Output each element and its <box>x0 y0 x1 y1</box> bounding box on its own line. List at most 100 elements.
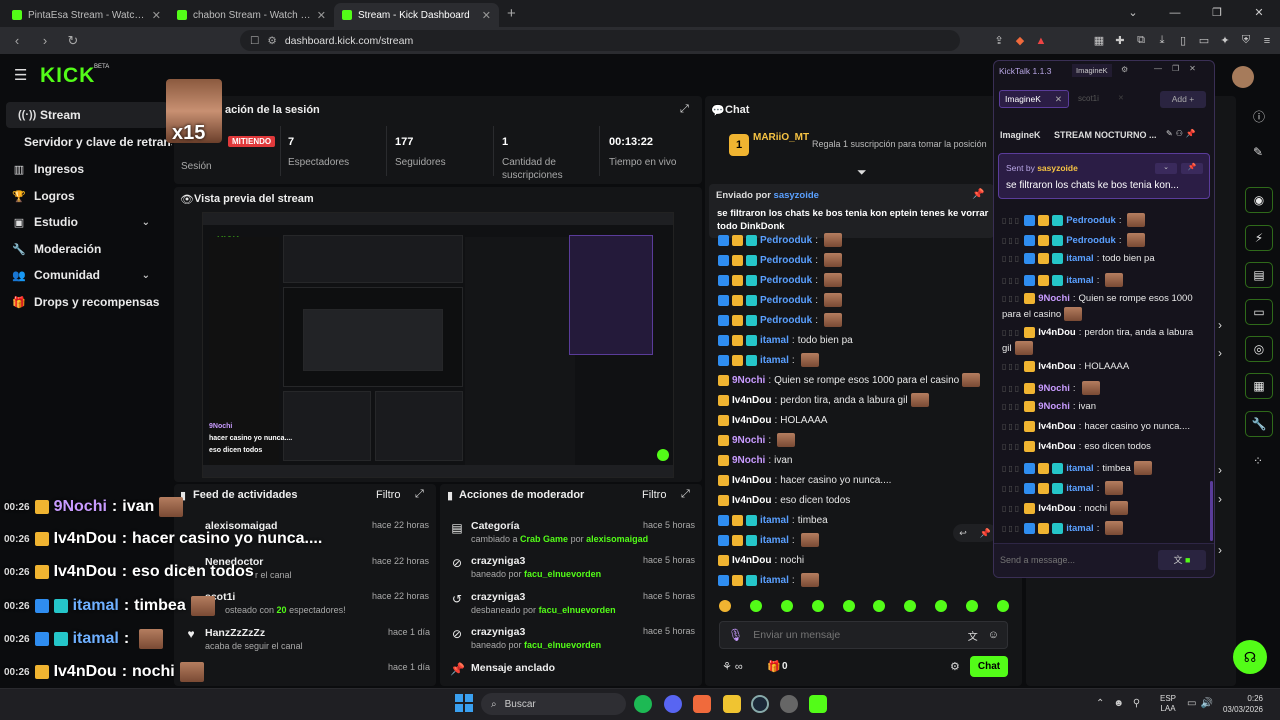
screenshot-icon[interactable]: ⧉ <box>1134 34 1148 47</box>
kicktalk-username[interactable]: Iv4nDou <box>1038 441 1075 452</box>
gift-icon[interactable]: 🎁 <box>767 660 781 673</box>
kicktalk-message[interactable]: ▯▯▯ Pedrooduk: <box>1002 213 1146 227</box>
pin-icon[interactable]: 📌 <box>972 189 984 200</box>
chat-username[interactable]: itamal <box>760 535 789 546</box>
stream-preview[interactable]: KICK 9Nochi hacer casino yo nunca.... es… <box>202 212 674 478</box>
chat-username[interactable]: Iv4nDou <box>732 415 771 426</box>
sidebar-item-achievements[interactable]: 🏆 Logros <box>0 183 162 209</box>
emote-icon[interactable] <box>811 600 824 612</box>
maximize-icon[interactable]: ❐ <box>1196 0 1238 27</box>
chat-message[interactable]: Pedrooduk: <box>718 291 843 309</box>
chat-message[interactable]: itamal: <box>718 351 819 369</box>
chat-username[interactable]: Iv4nDou <box>732 475 771 486</box>
mod-action-icons[interactable]: ▯▯▯ <box>1002 524 1021 533</box>
chat-message[interactable]: Pedrooduk: <box>718 231 843 249</box>
kicktalk-message[interactable]: ▯▯▯ itamal: <box>1002 481 1124 495</box>
kicktalk-message[interactable]: ▯▯▯ Iv4nDou: HOLAAAA <box>1002 361 1129 372</box>
pin-icon[interactable]: 📌 <box>979 528 990 539</box>
kicktalk-username[interactable]: Pedrooduk <box>1066 235 1116 246</box>
emote-icon[interactable] <box>719 600 731 612</box>
emote-icon[interactable] <box>996 600 1009 612</box>
minimize-icon[interactable]: — <box>1154 0 1196 27</box>
steam-icon[interactable] <box>751 695 769 713</box>
sidebar-item-income[interactable]: ▥ Ingresos <box>0 156 162 182</box>
translate-icon[interactable]: 文 <box>968 628 978 643</box>
rewards-icon[interactable]: ▲ <box>1034 35 1048 47</box>
tray-icons[interactable]: ⌃☻⚲ <box>1096 698 1149 709</box>
sub-leader-name[interactable]: MARiiO_MT <box>753 132 809 143</box>
reply-icon[interactable]: ↩ <box>959 528 967 539</box>
forward-icon[interactable]: › <box>34 33 56 48</box>
mic-icon[interactable]: 🎙 <box>728 628 743 642</box>
points-icon[interactable]: ⚘ ∞ <box>722 660 743 673</box>
chat-username[interactable]: Iv4nDou <box>732 495 771 506</box>
emote-icon[interactable] <box>780 600 793 612</box>
back-icon[interactable]: ‹ <box>6 33 28 48</box>
kicktalk-username[interactable]: 9Nochi <box>1038 293 1070 304</box>
support-button[interactable]: ☊ <box>1233 640 1267 674</box>
sidebar-item-server-key[interactable]: Servidor y clave de retransmisión <box>0 129 172 155</box>
kicktalk-message[interactable]: ▯▯▯ itamal: <box>1002 273 1124 287</box>
sidebar-item-stream[interactable]: ((·)) Stream <box>6 102 168 128</box>
kicktalk-message[interactable]: ▯▯▯ itamal: timbea <box>1002 461 1152 475</box>
kicktalk-username[interactable]: itamal <box>1066 483 1093 494</box>
mod-action-icons[interactable]: ▯▯▯ <box>1002 362 1021 371</box>
mod-action-icons[interactable]: ▯▯▯ <box>1002 254 1021 263</box>
close-tab-icon[interactable]: ✕ <box>1118 94 1124 102</box>
tray-language[interactable]: ESP LAA <box>1160 694 1176 714</box>
kicktalk-username[interactable]: itamal <box>1066 523 1093 534</box>
expand-icon[interactable]: ⤢ <box>680 103 689 116</box>
windows-start-icon[interactable] <box>455 694 473 712</box>
kicktalk-username[interactable]: Iv4nDou <box>1038 327 1075 338</box>
chat-username[interactable]: 9Nochi <box>732 435 765 446</box>
kicktalk-username[interactable]: Pedrooduk <box>1066 215 1116 226</box>
mod-action-icons[interactable]: ▯▯▯ <box>1002 402 1021 411</box>
sidebar-icon[interactable]: ▯ <box>1176 34 1190 47</box>
kicktalk-username[interactable]: Iv4nDou <box>1038 361 1075 372</box>
chat-message[interactable]: Pedrooduk: <box>718 251 843 269</box>
emoji-icon[interactable]: ☺ <box>988 629 999 641</box>
rail-doc-button[interactable]: ▤ <box>1245 262 1273 288</box>
mod-action-icons[interactable]: ▯▯▯ <box>1002 484 1021 493</box>
chat-username[interactable]: 9Nochi <box>732 375 765 386</box>
close-tab-icon[interactable]: ✕ <box>317 9 326 22</box>
mod-action-icons[interactable]: ▯▯▯ <box>1002 276 1021 285</box>
kicktalk-message[interactable]: ▯▯▯ itamal: <box>1002 521 1124 535</box>
rail-wrench-button[interactable]: 🔧 <box>1245 411 1273 437</box>
info-icon[interactable]: ⓘ <box>1253 108 1265 125</box>
chat-username[interactable]: 9Nochi <box>732 455 765 466</box>
chat-username[interactable]: itamal <box>760 515 789 526</box>
emote-icon[interactable] <box>935 600 948 612</box>
kick-logo[interactable]: KICK <box>40 64 95 88</box>
download-icon[interactable]: ⤓ <box>1155 34 1169 47</box>
chat-input[interactable] <box>753 629 958 641</box>
chat-username[interactable]: Pedrooduk <box>760 235 812 246</box>
vpn-icon[interactable]: ⛨ <box>1239 34 1253 47</box>
brave-icon[interactable] <box>693 695 711 713</box>
kicktalk-message[interactable]: ▯▯▯ Iv4nDou: nochi <box>1002 501 1129 515</box>
kicktalk-add-button[interactable]: Add + <box>1160 91 1206 108</box>
chat-username[interactable]: Iv4nDou <box>732 555 771 566</box>
dropdown-icon[interactable]: ⌄ <box>1112 0 1154 27</box>
kicktalk-username[interactable]: itamal <box>1066 275 1093 286</box>
chevron-right-icon[interactable]: › <box>1218 492 1222 506</box>
chevron-right-icon[interactable]: › <box>1218 346 1222 360</box>
sidebar-item-drops[interactable]: 🎁 Drops y recompensas <box>0 289 162 315</box>
mod-action-icons[interactable]: ▯▯▯ <box>1002 384 1021 393</box>
kicktalk-username[interactable]: 9Nochi <box>1038 383 1070 394</box>
kicktalk-scrollbar[interactable] <box>1210 481 1213 541</box>
emote-icon[interactable] <box>904 600 917 612</box>
reload-icon[interactable]: ↻ <box>62 33 84 49</box>
kicktalk-stream-icons[interactable]: ✎⚇📌 <box>1166 129 1199 138</box>
leo-icon[interactable]: ✦ <box>1218 34 1232 47</box>
chat-username[interactable]: Pedrooduk <box>760 275 812 286</box>
kicktalk-message[interactable]: ▯▯▯ Iv4nDou: eso dicen todos <box>1002 441 1151 452</box>
folder-icon[interactable] <box>723 695 741 713</box>
chat-message[interactable]: 9Nochi: ivan <box>718 451 792 469</box>
chat-username[interactable]: itamal <box>760 335 789 346</box>
chat-username[interactable]: Pedrooduk <box>760 295 812 306</box>
chat-message[interactable]: Pedrooduk: <box>718 271 843 289</box>
kicktalk-message[interactable]: ▯▯▯ 9Nochi: Quien se rompe esos 1000 <box>1002 293 1193 304</box>
unpin-icon[interactable]: 📌 <box>1181 163 1203 174</box>
close-tab-icon[interactable]: ✕ <box>482 9 491 22</box>
